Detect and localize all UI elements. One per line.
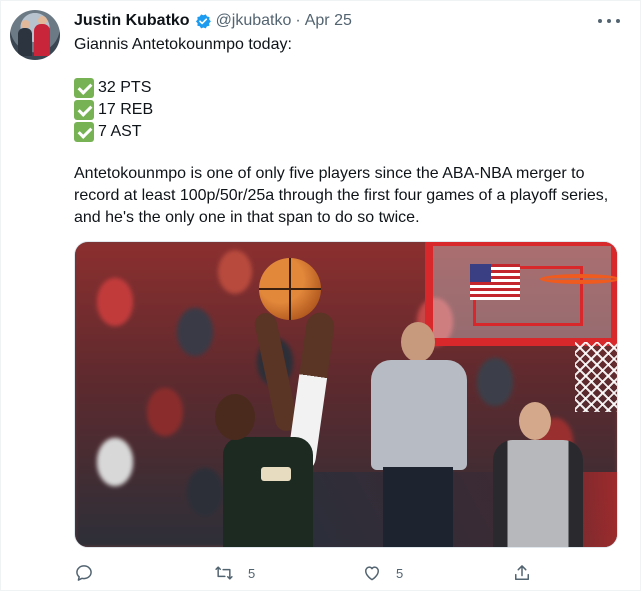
tweet-card[interactable]: Justin Kubatko @jkubatko · Apr 25 Gianni… [0, 0, 641, 591]
tweet-body: Antetokounmpo is one of only five player… [74, 165, 609, 226]
photo-coach [363, 322, 473, 547]
share-button[interactable] [512, 557, 532, 589]
retweet-icon [215, 566, 233, 580]
reply-icon [76, 565, 92, 581]
author-handle[interactable]: @jkubatko [216, 12, 292, 30]
header-separator: · [295, 12, 301, 29]
photo-player [205, 302, 345, 547]
like-count: 5 [396, 565, 404, 581]
stat-text: 17 REB [98, 101, 154, 118]
tweet-actions: 5 5 [74, 557, 544, 589]
stat-text: 7 AST [98, 123, 142, 140]
tweet-headline: Giannis Antetokounmpo today: [74, 36, 292, 53]
stat-line: 32 PTS [74, 77, 151, 99]
photo-referee [487, 402, 587, 547]
tweet-header: Justin Kubatko @jkubatko · Apr 25 [74, 11, 352, 31]
photo-flag [470, 264, 520, 300]
stat-text: 32 PTS [98, 79, 152, 96]
heart-icon [365, 566, 379, 581]
retweet-button[interactable]: 5 [214, 557, 255, 589]
share-icon [515, 565, 529, 580]
like-button[interactable]: 5 [362, 557, 403, 589]
check-mark-icon [74, 122, 94, 142]
avatar[interactable] [10, 10, 60, 60]
more-options-icon[interactable] [598, 11, 620, 31]
retweet-count: 5 [248, 565, 256, 581]
stat-line: 7 AST [74, 121, 142, 143]
check-mark-icon [74, 100, 94, 120]
verified-badge-icon [194, 12, 212, 30]
check-mark-icon [74, 78, 94, 98]
stat-line: 17 REB [74, 99, 153, 121]
tweet-photo[interactable] [74, 241, 618, 548]
photo-rim [540, 274, 617, 284]
author-name[interactable]: Justin Kubatko [74, 12, 190, 30]
photo-basketball [259, 258, 321, 320]
reply-button[interactable] [74, 557, 94, 589]
tweet-date[interactable]: Apr 25 [305, 12, 352, 30]
